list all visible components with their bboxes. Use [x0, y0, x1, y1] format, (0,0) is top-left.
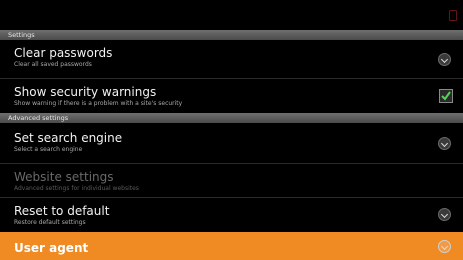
website-settings-item: Website settings Advanced settings for i… [0, 164, 463, 197]
user-agent-item[interactable]: User agent [0, 232, 463, 260]
chevron-down-icon [438, 53, 451, 66]
show-security-warnings-title: Show security warnings [14, 85, 157, 99]
status-bar [0, 0, 463, 30]
clear-passwords-item[interactable]: Clear passwords Clear all saved password… [0, 40, 463, 78]
battery-icon [449, 10, 457, 21]
set-search-engine-title: Set search engine [14, 131, 123, 145]
section-header-settings: Settings [0, 30, 463, 40]
chevron-down-icon [438, 240, 451, 253]
website-settings-title: Website settings [14, 170, 114, 184]
check-icon [441, 91, 451, 101]
set-search-engine-summary: Select a search engine [14, 146, 83, 153]
clear-passwords-title: Clear passwords [14, 46, 113, 60]
show-security-warnings-summary: Show warning if there is a problem with … [14, 100, 183, 107]
user-agent-title: User agent [14, 241, 89, 255]
chevron-down-icon [438, 208, 451, 221]
section-header-advanced: Advanced settings [0, 113, 463, 123]
chevron-down-icon [438, 137, 451, 150]
set-search-engine-item[interactable]: Set search engine Select a search engine [0, 123, 463, 163]
reset-to-default-summary: Restore default settings [14, 219, 86, 226]
security-warnings-checkbox[interactable] [439, 89, 453, 103]
reset-to-default-title: Reset to default [14, 204, 110, 218]
reset-to-default-item[interactable]: Reset to default Restore default setting… [0, 198, 463, 232]
clear-passwords-summary: Clear all saved passwords [14, 61, 92, 68]
website-settings-summary: Advanced settings for individual website… [14, 185, 139, 192]
show-security-warnings-item[interactable]: Show security warnings Show warning if t… [0, 79, 463, 112]
